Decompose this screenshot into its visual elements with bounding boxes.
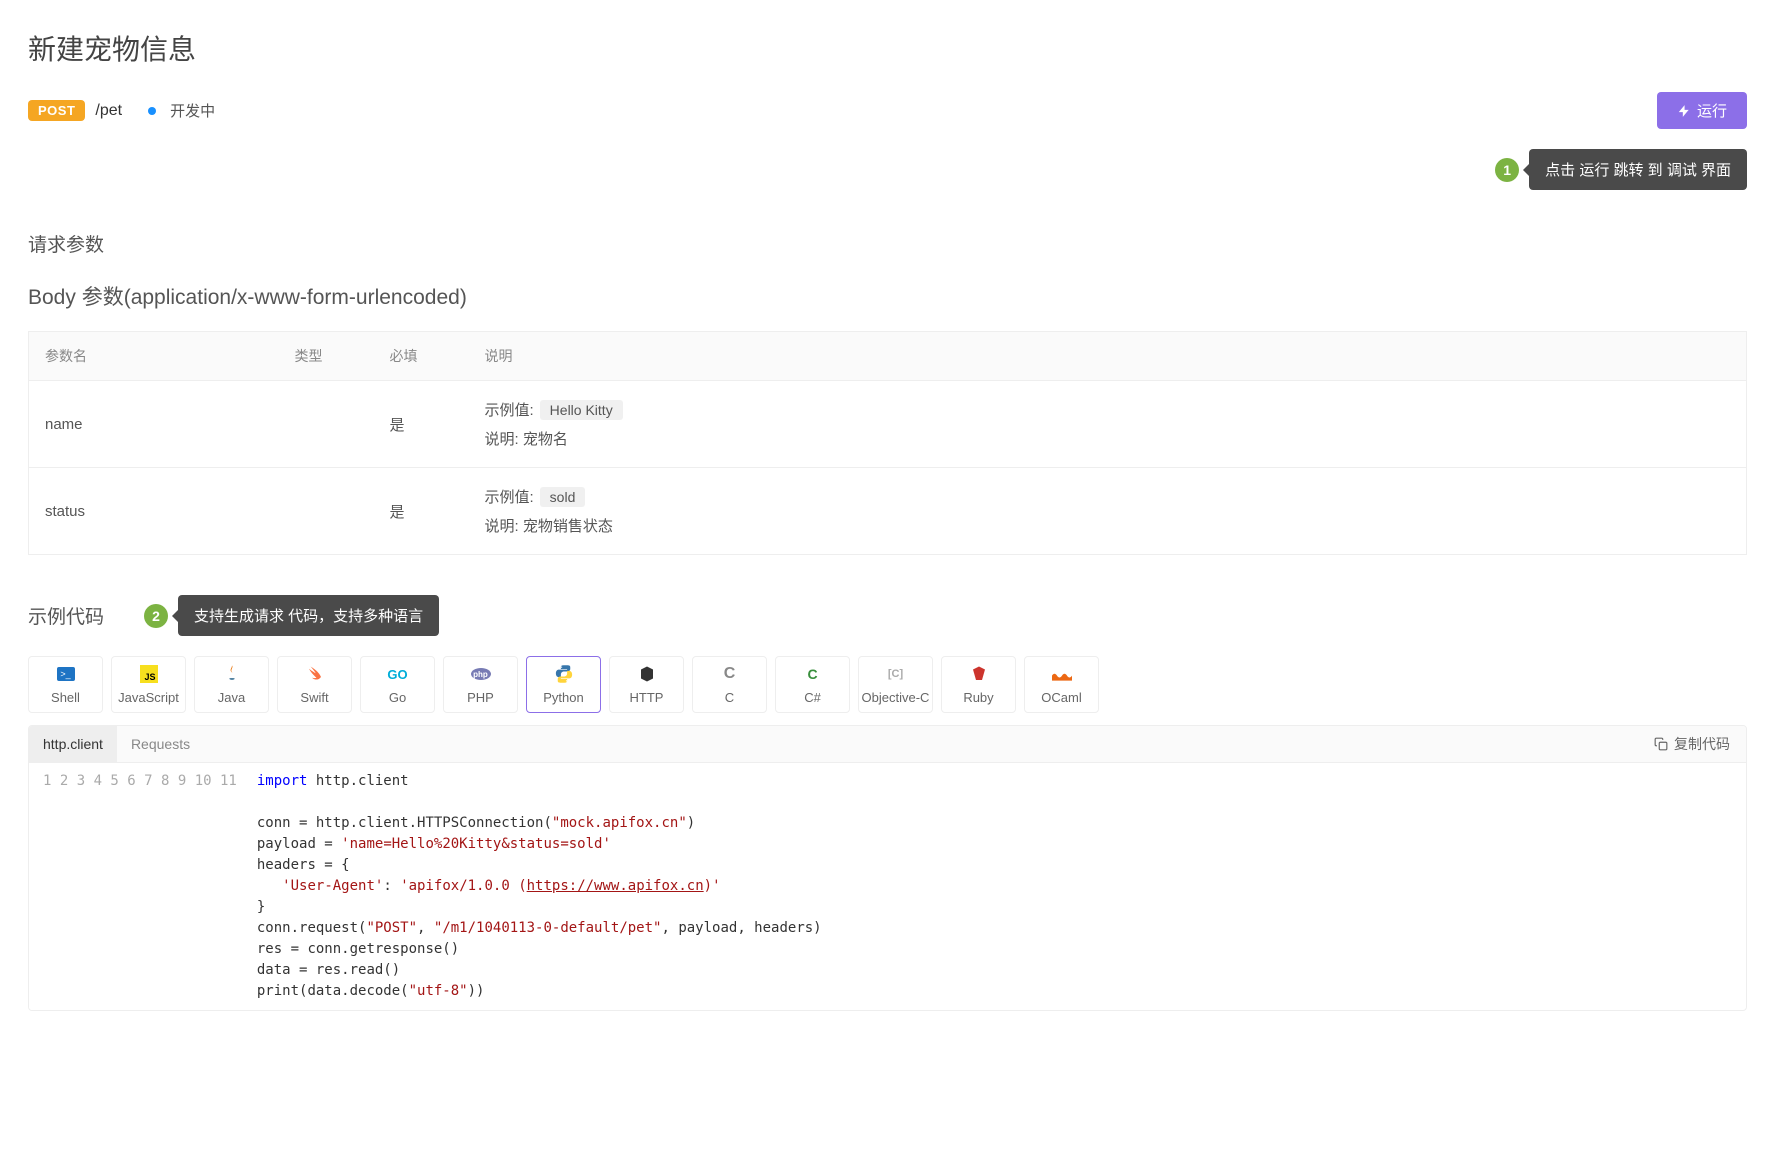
lang-label: JavaScript bbox=[118, 690, 179, 705]
code-toolbar: http.clientRequests 复制代码 bbox=[29, 726, 1746, 763]
lang-tab-swift[interactable]: Swift bbox=[277, 656, 352, 713]
param-type bbox=[279, 468, 374, 555]
param-required: 是 bbox=[374, 381, 469, 468]
code-block: http.clientRequests 复制代码 1 2 3 4 5 6 7 8… bbox=[28, 725, 1747, 1011]
meta-row: POST /pet 开发中 运行 bbox=[28, 92, 1747, 129]
lang-tab-ocaml[interactable]: OCaml bbox=[1024, 656, 1099, 713]
annotation-tooltip-1: 点击 运行 跳转 到 调试 界面 bbox=[1529, 149, 1747, 190]
param-required: 是 bbox=[374, 468, 469, 555]
page-title: 新建宠物信息 bbox=[28, 28, 1747, 68]
lang-tab-python[interactable]: Python bbox=[526, 656, 601, 713]
method-badge: POST bbox=[28, 100, 85, 121]
lang-tab-java[interactable]: Java bbox=[194, 656, 269, 713]
annotation-1: 1 点击 运行 跳转 到 调试 界面 bbox=[28, 149, 1747, 190]
lang-label: Swift bbox=[300, 690, 328, 705]
lang-label: Java bbox=[218, 690, 245, 705]
ruby-icon bbox=[969, 664, 989, 684]
c-icon: C bbox=[720, 664, 740, 684]
request-params-heading: 请求参数 bbox=[28, 230, 1747, 257]
sub-tab-Requests[interactable]: Requests bbox=[117, 726, 204, 762]
lang-label: Objective-C bbox=[862, 690, 930, 705]
lightning-icon bbox=[1677, 104, 1691, 118]
python-icon bbox=[554, 664, 574, 684]
lang-label: Go bbox=[389, 690, 406, 705]
dev-status: 开发中 bbox=[170, 100, 215, 121]
lang-tab-c[interactable]: CC bbox=[692, 656, 767, 713]
meta-left: POST /pet 开发中 bbox=[28, 100, 215, 121]
shell-icon: >_ bbox=[56, 664, 76, 684]
language-tabs: >_ Shell JS JavaScript Java Swift GO Go php PHP Py… bbox=[28, 656, 1747, 713]
code-body: 1 2 3 4 5 6 7 8 9 10 11 import http.clie… bbox=[29, 763, 1746, 1010]
table-row: name 是 示例值:Hello Kitty 说明: 宠物名 bbox=[29, 381, 1747, 468]
ocaml-icon bbox=[1052, 664, 1072, 684]
example-value: sold bbox=[540, 487, 586, 507]
lang-label: Shell bbox=[51, 690, 80, 705]
run-button-label: 运行 bbox=[1697, 100, 1727, 121]
objective-c-icon: [C] bbox=[886, 664, 906, 684]
body-params-heading: Body 参数(application/x-www-form-urlencode… bbox=[28, 281, 1747, 311]
param-name: status bbox=[29, 468, 279, 555]
line-numbers: 1 2 3 4 5 6 7 8 9 10 11 bbox=[29, 763, 247, 1010]
param-table: 参数名 类型 必填 说明 name 是 示例值:Hello Kitty 说明: … bbox=[28, 331, 1747, 555]
lang-tab-shell[interactable]: >_ Shell bbox=[28, 656, 103, 713]
param-description: 示例值:sold 说明: 宠物销售状态 bbox=[469, 468, 1747, 555]
lang-tab-javascript[interactable]: JS JavaScript bbox=[111, 656, 186, 713]
lang-tab-http[interactable]: HTTP bbox=[609, 656, 684, 713]
th-type: 类型 bbox=[279, 332, 374, 381]
php-icon: php bbox=[471, 664, 491, 684]
java-icon bbox=[222, 664, 242, 684]
param-type bbox=[279, 381, 374, 468]
th-name: 参数名 bbox=[29, 332, 279, 381]
th-required: 必填 bbox=[374, 332, 469, 381]
swift-icon bbox=[305, 664, 325, 684]
lang-tab-php[interactable]: php PHP bbox=[443, 656, 518, 713]
run-button[interactable]: 运行 bbox=[1657, 92, 1747, 129]
lang-label: Python bbox=[543, 690, 583, 705]
sub-tabs: http.clientRequests bbox=[29, 726, 204, 762]
lang-label: HTTP bbox=[630, 690, 664, 705]
code-lines[interactable]: import http.client conn = http.client.HT… bbox=[247, 763, 1746, 1010]
lang-tab-go[interactable]: GO Go bbox=[360, 656, 435, 713]
annotation-badge-1: 1 bbox=[1495, 158, 1519, 182]
lang-label: OCaml bbox=[1041, 690, 1081, 705]
copy-code-button[interactable]: 复制代码 bbox=[1638, 734, 1746, 754]
annotation-badge-2: 2 bbox=[144, 604, 168, 628]
param-name: name bbox=[29, 381, 279, 468]
copy-icon bbox=[1654, 737, 1668, 751]
lang-label: C# bbox=[804, 690, 821, 705]
example-value: Hello Kitty bbox=[540, 400, 623, 420]
go-icon: GO bbox=[388, 664, 408, 684]
lang-tab-csharp[interactable]: C C# bbox=[775, 656, 850, 713]
lang-tab-ruby[interactable]: Ruby bbox=[941, 656, 1016, 713]
lang-label: C bbox=[725, 690, 734, 705]
http-icon bbox=[637, 664, 657, 684]
javascript-icon: JS bbox=[139, 664, 159, 684]
sub-tab-http-client[interactable]: http.client bbox=[29, 726, 117, 762]
copy-code-label: 复制代码 bbox=[1674, 734, 1730, 754]
lang-label: Ruby bbox=[963, 690, 993, 705]
sample-code-heading: 示例代码 bbox=[28, 602, 104, 629]
api-path: /pet bbox=[95, 102, 122, 120]
annotation-tooltip-2: 支持生成请求 代码，支持多种语言 bbox=[178, 595, 439, 636]
lang-tab-objective-c[interactable]: [C] Objective-C bbox=[858, 656, 933, 713]
th-description: 说明 bbox=[469, 332, 1747, 381]
param-description: 示例值:Hello Kitty 说明: 宠物名 bbox=[469, 381, 1747, 468]
c#-icon: C bbox=[803, 664, 823, 684]
code-section-header: 示例代码 2 支持生成请求 代码，支持多种语言 bbox=[28, 595, 1747, 636]
table-row: status 是 示例值:sold 说明: 宠物销售状态 bbox=[29, 468, 1747, 555]
lang-label: PHP bbox=[467, 690, 494, 705]
status-dot-icon bbox=[148, 107, 156, 115]
